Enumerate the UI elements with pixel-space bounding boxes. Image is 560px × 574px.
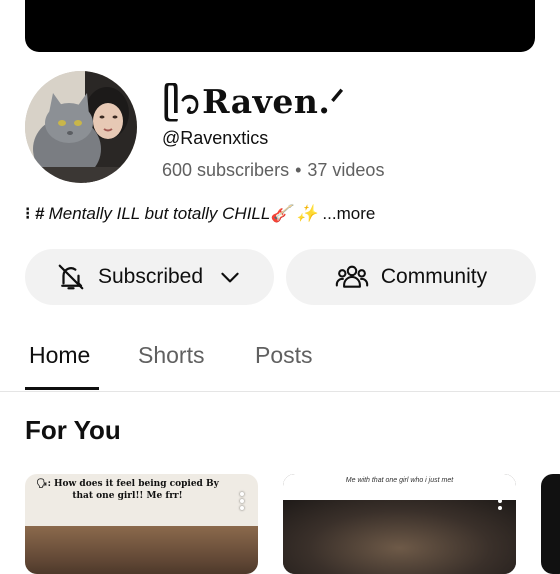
- short-caption: 🗣: How does it feel being copied By that…: [36, 479, 219, 501]
- channel-avatar[interactable]: [25, 71, 137, 183]
- more-vert-icon[interactable]: [498, 492, 502, 510]
- section-title: For You: [25, 415, 121, 445]
- more-vert-icon[interactable]: [240, 492, 244, 510]
- avatar-image: [25, 71, 137, 183]
- channel-banner[interactable]: [25, 0, 535, 52]
- people-icon: [335, 262, 369, 292]
- short-thumbnail: [283, 500, 516, 574]
- channel-tabs: Home Shorts Posts: [0, 335, 560, 392]
- tab-home[interactable]: Home: [29, 342, 90, 369]
- bell-off-icon: [56, 262, 86, 292]
- video-count: 37 videos: [307, 160, 385, 180]
- short-card[interactable]: 🗣: How does it feel being copied By that…: [25, 474, 258, 574]
- channel-handle: @Ravenxtics: [162, 128, 269, 148]
- channel-stats: 600 subscribers • 37 videos: [162, 160, 384, 181]
- chevron-down-icon: [217, 264, 243, 290]
- channel-description[interactable]: ⁝ # Mentally ILL but totally CHILL🎸 ✨ ..…: [25, 204, 375, 224]
- short-card[interactable]: [541, 474, 560, 574]
- description-prefix: ⁝ #: [25, 204, 45, 223]
- short-card[interactable]: Me with that one girl who i just met: [283, 474, 516, 574]
- active-tab-indicator: [25, 387, 99, 390]
- subscriber-count: 600 subscribers: [162, 160, 290, 180]
- short-thumbnail: [25, 526, 258, 574]
- subscribed-label: Subscribed: [97, 265, 204, 288]
- tab-posts[interactable]: Posts: [255, 342, 313, 369]
- more-link[interactable]: ...more: [322, 204, 375, 224]
- subscribed-button[interactable]: Subscribed: [25, 249, 274, 305]
- community-button[interactable]: Community: [286, 249, 536, 305]
- community-label: Community: [380, 265, 488, 288]
- stats-separator: •: [295, 160, 302, 180]
- short-caption: Me with that one girl who i just met: [283, 474, 516, 500]
- description-text: Mentally ILL but totally CHILL🎸 ✨: [48, 204, 318, 223]
- tab-shorts[interactable]: Shorts: [138, 342, 204, 369]
